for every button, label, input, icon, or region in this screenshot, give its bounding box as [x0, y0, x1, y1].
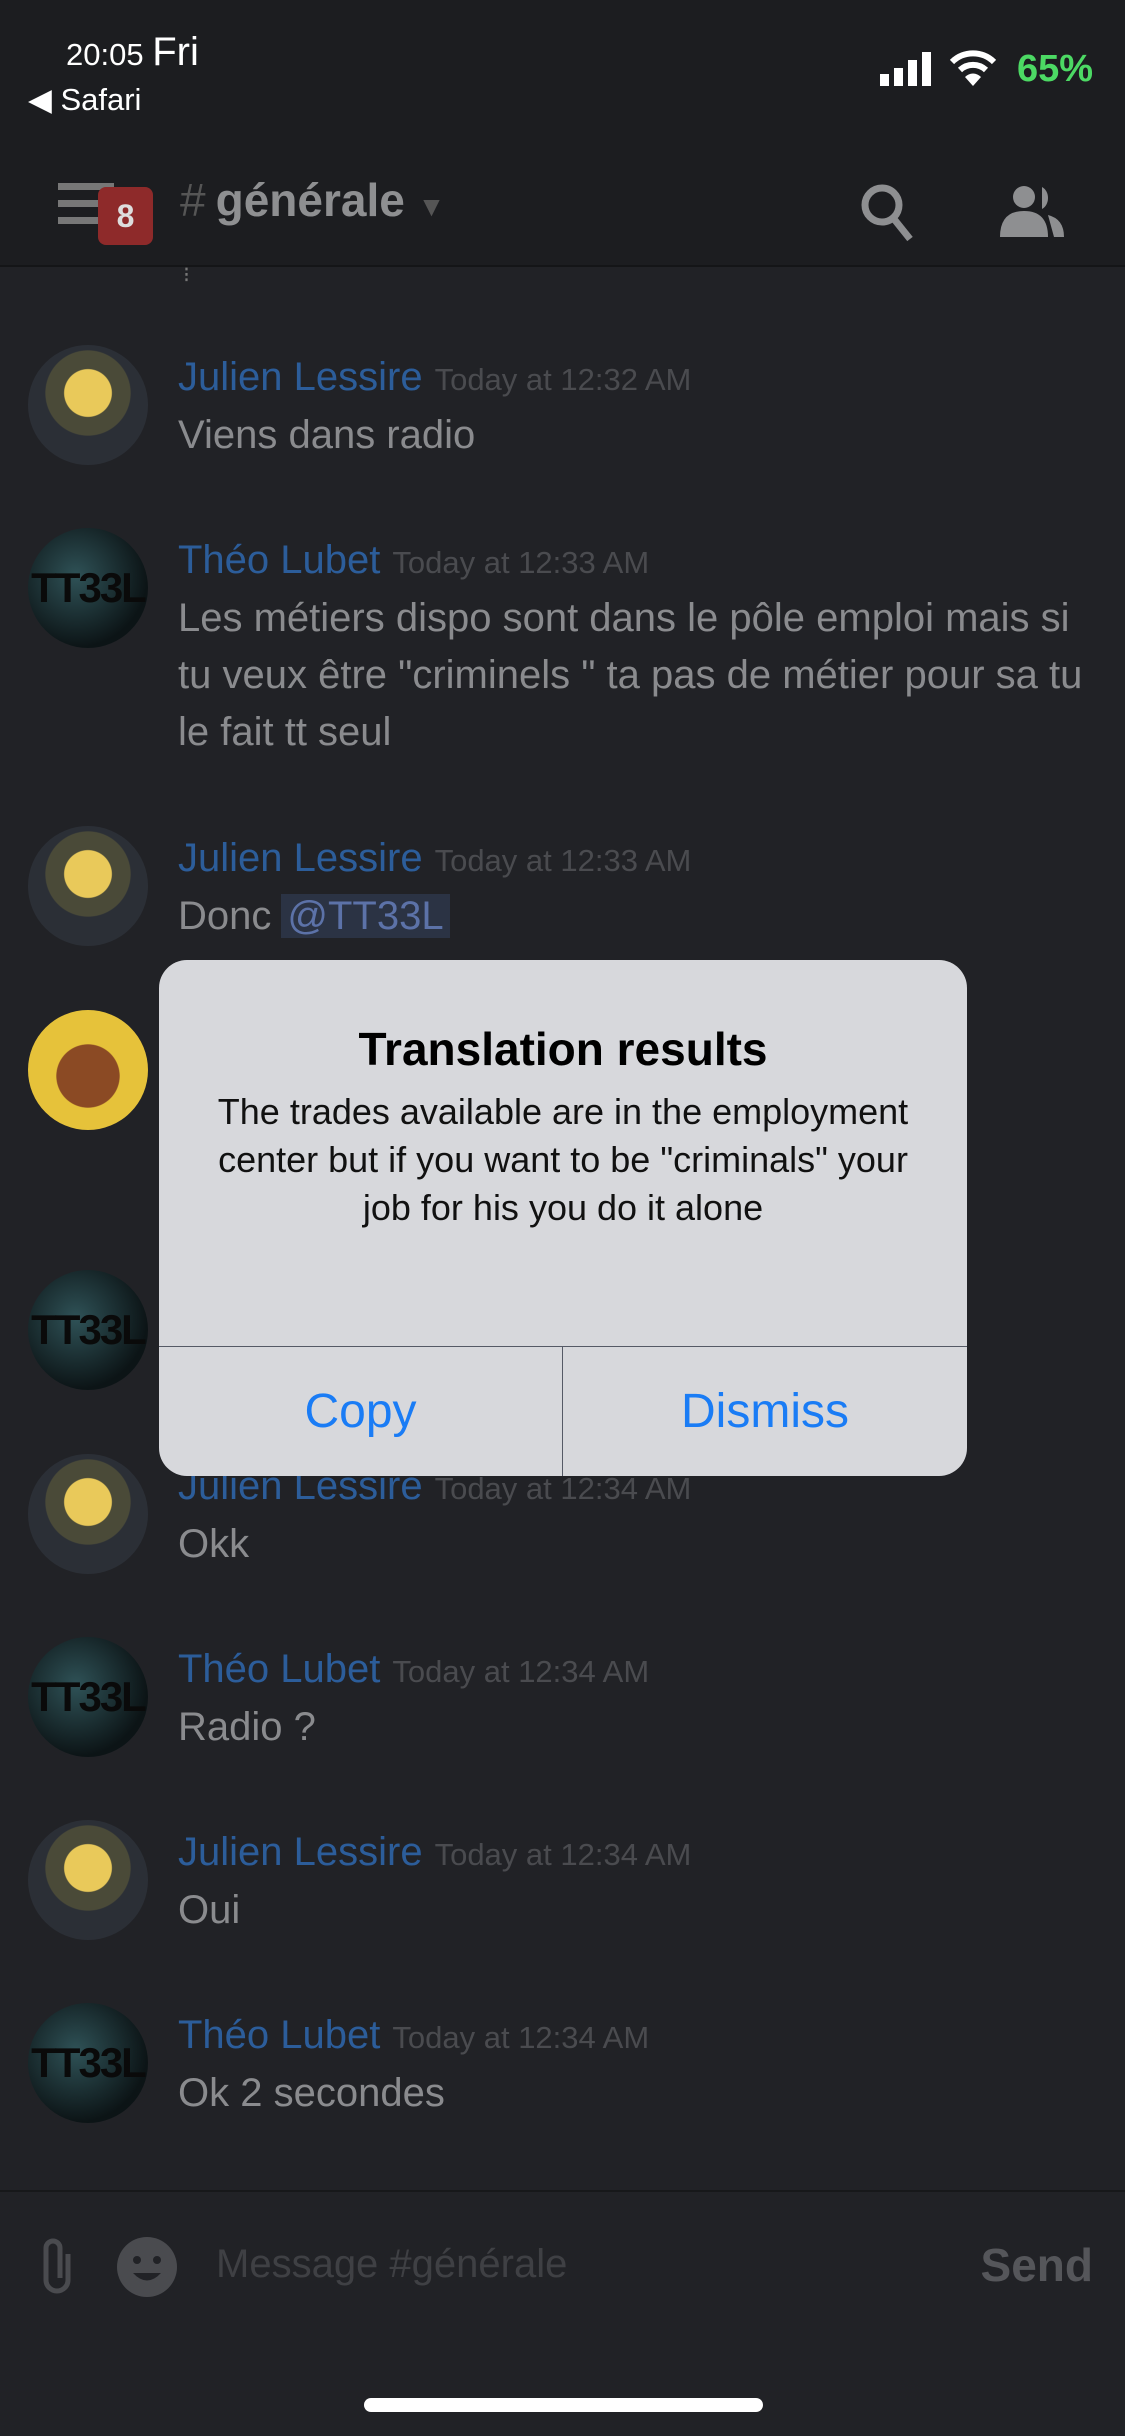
- avatar[interactable]: TT33L: [28, 1270, 148, 1390]
- author-name: Théo Lubet: [178, 1647, 381, 1691]
- search-icon[interactable]: [860, 183, 916, 243]
- translation-dialog: Translation results The trades available…: [159, 960, 967, 1476]
- members-icon[interactable]: [996, 185, 1066, 237]
- channel-header: 8 # générale ▼: [0, 165, 1125, 267]
- avatar[interactable]: TT33L: [28, 2003, 148, 2123]
- copy-button[interactable]: Copy: [159, 1346, 563, 1476]
- back-to-safari[interactable]: ◀ Safari: [28, 82, 141, 118]
- avatar[interactable]: [28, 1820, 148, 1940]
- message: Julien Lessire Today at 12:34 AM Oui: [0, 1820, 1125, 2000]
- message-input[interactable]: Message #générale: [216, 2242, 567, 2287]
- emoji-icon[interactable]: [116, 2236, 178, 2298]
- author-name: Julien Lessire: [178, 1830, 423, 1874]
- message-text: Oui: [178, 1888, 241, 1932]
- timestamp: Today at 12:34 AM: [392, 2020, 650, 2055]
- message-text: Ok 2 secondes: [178, 2071, 445, 2115]
- avatar[interactable]: [28, 1454, 148, 1574]
- chevron-down-icon: ▼: [417, 191, 446, 222]
- author-name: Julien Lessire: [178, 836, 423, 880]
- message: TT33L Théo Lubet Today at 12:34 AM Radio …: [0, 1637, 1125, 1817]
- message-text: Radio ?: [178, 1705, 316, 1749]
- message: Julien Lessire Today at 12:32 AM Viens da…: [0, 345, 1125, 525]
- message-text: Okk: [178, 1522, 250, 1566]
- battery-percent: 65%: [1016, 48, 1093, 90]
- message-text: Viens dans radio: [178, 413, 476, 457]
- author-name: Théo Lubet: [178, 538, 381, 582]
- status-time: 20:05 Fri: [66, 30, 199, 74]
- attachment-icon[interactable]: [38, 2236, 78, 2296]
- signal-icon: [880, 52, 931, 86]
- unread-badge: 8: [98, 187, 153, 245]
- author-name: Théo Lubet: [178, 2013, 381, 2057]
- timestamp: Today at 12:34 AM: [392, 1654, 650, 1689]
- user-mention[interactable]: @TT33L: [281, 894, 450, 938]
- author-name: Julien Lessire: [178, 355, 423, 399]
- avatar[interactable]: [28, 345, 148, 465]
- message-text: Donc: [178, 894, 272, 938]
- message: Julien Lessire Today at 12:34 AM Okk: [0, 1454, 1125, 1634]
- status-bar: 20:05 Fri ◀ Safari 65%: [0, 0, 1125, 165]
- timestamp: Today at 12:33 AM: [392, 545, 650, 580]
- send-button[interactable]: Send: [981, 2238, 1093, 2292]
- wifi-icon: [950, 50, 996, 86]
- avatar[interactable]: TT33L: [28, 1637, 148, 1757]
- message: TT33L Théo Lubet Today at 12:34 AM Ok 2 s…: [0, 2003, 1125, 2183]
- timestamp: Today at 12:34 AM: [434, 1837, 692, 1872]
- channel-title[interactable]: # générale ▼: [180, 173, 445, 227]
- home-indicator[interactable]: [364, 2398, 763, 2412]
- avatar[interactable]: TT33L: [28, 528, 148, 648]
- dismiss-button[interactable]: Dismiss: [563, 1346, 967, 1476]
- dialog-title: Translation results: [358, 1023, 768, 1075]
- scroll-remnant: ⁝: [183, 262, 190, 287]
- timestamp: Today at 12:32 AM: [434, 362, 692, 397]
- timestamp: Today at 12:34 AM: [434, 1471, 692, 1506]
- message-text: Les métiers dispo sont dans le pôle empl…: [178, 596, 1083, 754]
- avatar[interactable]: [28, 1010, 148, 1130]
- message: TT33L Théo Lubet Today at 12:33 AM Les mé…: [0, 528, 1125, 788]
- avatar[interactable]: [28, 826, 148, 946]
- dialog-body: The trades available are in the employme…: [217, 1091, 909, 1228]
- timestamp: Today at 12:33 AM: [434, 843, 692, 878]
